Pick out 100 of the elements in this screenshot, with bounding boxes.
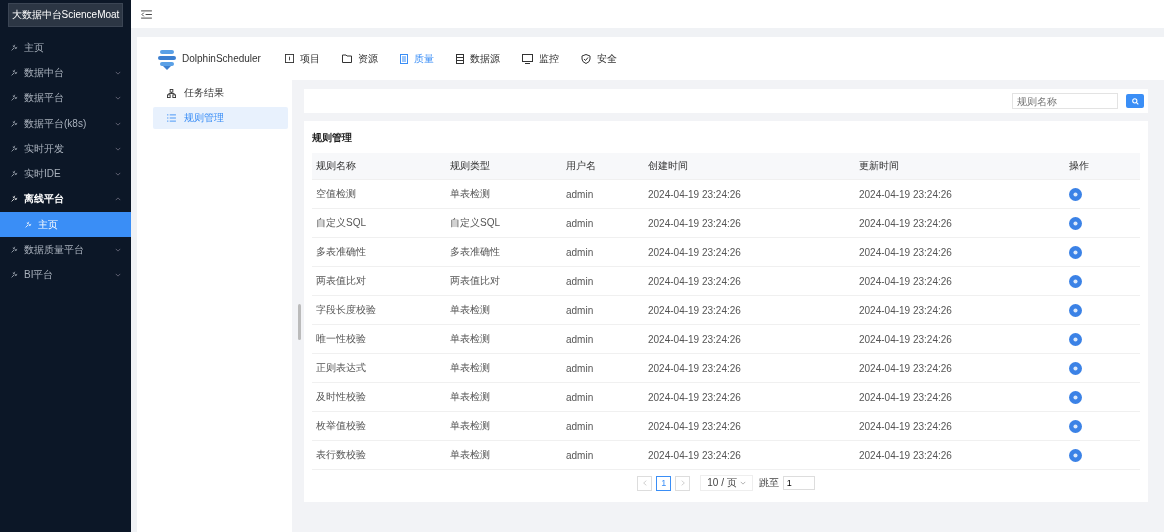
table-cell-text: 2024-04-19 23:24:26: [648, 362, 742, 374]
column-header: 规则名称: [316, 159, 357, 173]
edit-icon[interactable]: [1069, 303, 1082, 317]
table-cell-text: 2024-04-19 23:24:26: [648, 420, 742, 432]
table-cell-text: 2024-04-19 23:24:26: [859, 362, 953, 374]
table-cell-text: 单表检测: [450, 187, 491, 201]
panel-title: 规则管理: [312, 131, 353, 145]
table-cell-text: 2024-04-19 23:24:26: [859, 304, 953, 316]
table-cell-text: 2024-04-19 23:24:26: [648, 333, 742, 345]
page-button[interactable]: 1: [656, 475, 672, 491]
column-header: 创建时间: [648, 159, 689, 173]
table-cell-text: 2024-04-19 23:24:26: [859, 333, 953, 345]
column-header: 规则类型: [450, 159, 491, 173]
scrollbar-thumb[interactable]: [298, 304, 301, 340]
jump-label: 跳至: [758, 476, 779, 490]
menu-fold-icon[interactable]: [141, 9, 152, 19]
search-button[interactable]: [1126, 94, 1144, 108]
plug-icon: [10, 119, 18, 128]
table-cell-text: 2024-04-19 23:24:26: [859, 188, 953, 200]
table-cell-text: admin: [566, 246, 595, 258]
logo-text: DolphinScheduler: [182, 53, 261, 64]
nav-tab[interactable]: 数据源: [455, 51, 500, 66]
table-cell-text: 唯一性校验: [316, 332, 367, 346]
plug-icon: [10, 271, 18, 280]
edit-icon[interactable]: [1069, 390, 1082, 404]
edit-icon[interactable]: [1069, 274, 1082, 288]
monitor-icon: [521, 53, 533, 64]
plug-icon: [10, 43, 18, 52]
table-cell-text: 2024-04-19 23:24:26: [648, 304, 742, 316]
sidebar-item[interactable]: 数据平台: [0, 85, 131, 111]
nav-tab[interactable]: 质量: [399, 51, 434, 66]
shield-icon: [580, 53, 591, 64]
sidebar-item-label: 数据质量平台: [24, 243, 85, 257]
table-cell-text: admin: [566, 275, 595, 287]
list-icon: [167, 114, 176, 122]
table-cell-text: admin: [566, 362, 595, 374]
table-cell-text: 2024-04-19 23:24:26: [859, 449, 953, 461]
table-cell-text: 自定义SQL: [316, 216, 367, 230]
table-cell-text: 2024-04-19 23:24:26: [859, 246, 953, 258]
chevron-left-icon: [642, 480, 647, 486]
table-cell-text: 正则表达式: [316, 361, 367, 375]
submenu-item[interactable]: 任务结果: [153, 82, 288, 104]
table-cell-text: 单表检测: [450, 419, 491, 433]
nav-tab[interactable]: 资源: [341, 51, 378, 66]
nav-tab[interactable]: 安全: [580, 51, 617, 66]
sidebar-item[interactable]: 实时IDE: [0, 161, 131, 187]
table-cell-text: admin: [566, 449, 595, 461]
edit-icon[interactable]: [1069, 332, 1082, 346]
sidebar-item[interactable]: 实时开发: [0, 136, 131, 162]
column-header: 操作: [1069, 159, 1090, 173]
table-cell-text: admin: [566, 304, 595, 316]
table-cell-text: 单表检测: [450, 390, 491, 404]
logo-icon: [155, 47, 179, 70]
plug-icon: [10, 68, 18, 77]
sidebar-item-label: 主页: [24, 40, 45, 55]
table-cell-text: 2024-04-19 23:24:26: [859, 391, 953, 403]
nav-tab[interactable]: 监控: [521, 51, 559, 66]
table-cell-text: 单表检测: [450, 332, 491, 346]
sidebar-item-label: 数据平台: [24, 91, 65, 106]
column-header: 更新时间: [859, 159, 900, 173]
edit-icon[interactable]: [1069, 448, 1082, 462]
table-cell-text: 单表检测: [450, 303, 491, 317]
sidebar-item-label: 实时开发: [24, 141, 65, 156]
table-cell-text: 2024-04-19 23:24:26: [859, 420, 953, 432]
edit-icon[interactable]: [1069, 419, 1082, 433]
search-field[interactable]: 规则名称: [1012, 93, 1118, 109]
edit-icon[interactable]: [1069, 187, 1082, 201]
plug-icon: [10, 246, 18, 254]
page-size-select[interactable]: 10 / 页: [700, 475, 753, 491]
edit-icon[interactable]: [1069, 245, 1082, 259]
jump-field[interactable]: 1: [782, 476, 815, 490]
sidebar-item[interactable]: 离线平台: [0, 186, 131, 213]
table-cell-text: admin: [566, 333, 595, 345]
sidebar-item-label: BI平台: [24, 268, 55, 283]
table-cell-text: 枚举值校验: [316, 419, 367, 433]
plug-icon: [10, 170, 18, 179]
table-cell-text: admin: [566, 391, 595, 403]
hierarchy-icon: [167, 88, 176, 98]
table-cell-text: 单表检测: [450, 361, 491, 375]
table-cell-text: 空值检测: [316, 187, 357, 201]
sidebar-item[interactable]: 主页: [0, 35, 131, 61]
table-cell-text: 及时性校验: [316, 390, 367, 404]
table-cell-text: 2024-04-19 23:24:26: [648, 275, 742, 287]
edit-icon[interactable]: [1069, 361, 1082, 375]
chevron-down-icon: [739, 481, 746, 485]
sidebar-item[interactable]: 数据平台(k8s): [0, 110, 131, 137]
sidebar-item[interactable]: 数据质量平台: [0, 237, 131, 263]
search-icon: [1131, 97, 1139, 105]
nav-tab[interactable]: 项目: [284, 51, 320, 66]
table-cell-text: 自定义SQL: [450, 216, 501, 230]
table-cell-text: admin: [566, 217, 595, 229]
table-cell-text: admin: [566, 420, 595, 432]
table-cell-text: 两表值比对: [316, 274, 367, 288]
sidebar-item-label: 数据平台(k8s): [24, 116, 88, 131]
table-cell-text: 2024-04-19 23:24:26: [648, 188, 742, 200]
edit-icon[interactable]: [1069, 216, 1082, 230]
sidebar-item[interactable]: BI平台: [0, 262, 131, 288]
sidebar-item-label: 主页: [38, 217, 59, 232]
sidebar-item[interactable]: 数据中台: [0, 60, 131, 86]
table-cell-text: 两表值比对: [450, 274, 501, 288]
